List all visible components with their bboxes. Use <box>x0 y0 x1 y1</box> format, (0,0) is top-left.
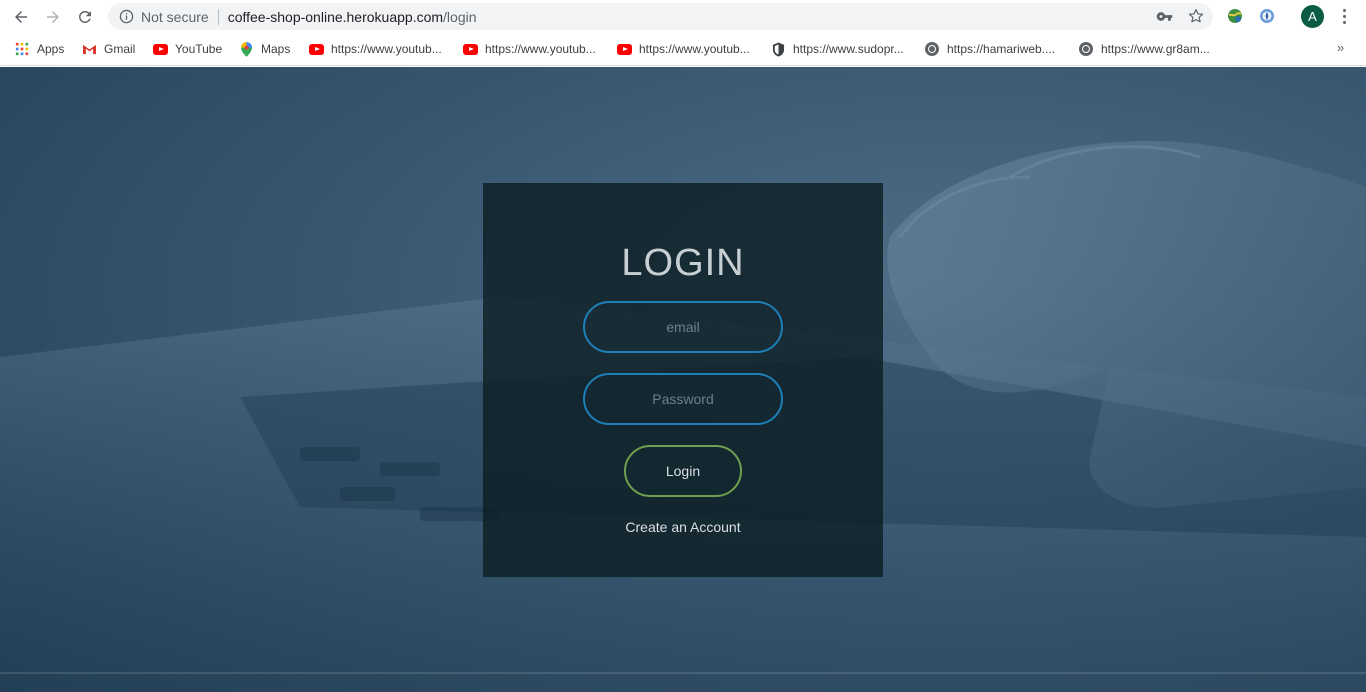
arrow-left-icon <box>15 10 27 23</box>
browser-toolbar: Not secure coffee-shop-online.herokuapp.… <box>0 0 1366 33</box>
bookmark-youtube-link-3[interactable]: https://www.youtub... <box>616 40 750 58</box>
omnibox-divider <box>217 8 219 25</box>
bookmark-youtube[interactable]: YouTube <box>152 40 222 58</box>
extension-compass-icon[interactable] <box>1258 7 1276 25</box>
reload-icon <box>78 10 91 23</box>
bookmark-gmail[interactable]: Gmail <box>81 40 135 58</box>
globe-icon <box>1078 41 1094 57</box>
star-icon[interactable] <box>1187 7 1205 25</box>
bookmark-gr8am[interactable]: https://www.gr8am... <box>1078 40 1210 58</box>
create-account-link[interactable]: Create an Account <box>483 519 883 535</box>
bookmark-label: https://www.youtub... <box>639 42 750 56</box>
bookmark-label: Apps <box>37 42 65 56</box>
bookmarks-bar: Apps Gmail YouTube Maps https://www.yout… <box>0 33 1366 66</box>
arrow-right-icon <box>47 10 59 23</box>
youtube-icon <box>152 41 168 57</box>
bookmark-label: https://hamariweb.... <box>947 42 1056 56</box>
bookmark-label: YouTube <box>175 42 223 56</box>
email-field[interactable] <box>583 301 783 353</box>
bookmark-label: Maps <box>261 42 291 56</box>
forward-button[interactable] <box>37 1 69 33</box>
extension-globe-icon[interactable] <box>1226 7 1244 25</box>
youtube-icon <box>462 41 478 57</box>
url-text[interactable]: coffee-shop-online.herokuapp.com/login <box>228 9 477 25</box>
footer-divider <box>0 672 1366 674</box>
login-button[interactable]: Login <box>624 445 742 497</box>
url-path: /login <box>443 8 477 25</box>
gmail-icon <box>81 41 97 57</box>
address-bar[interactable]: Not secure coffee-shop-online.herokuapp.… <box>108 3 1213 30</box>
bookmark-sudopr[interactable]: https://www.sudopr... <box>770 40 904 58</box>
reload-button[interactable] <box>69 1 101 33</box>
login-page: LOGIN Login Create an Account <box>0 67 1366 692</box>
bookmark-apps[interactable]: Apps <box>14 40 64 58</box>
bookmark-label: https://www.gr8am... <box>1101 42 1210 56</box>
info-icon[interactable] <box>118 9 134 25</box>
maps-pin-icon <box>238 41 254 57</box>
bookmark-label: Gmail <box>104 42 136 56</box>
bookmark-label: https://www.sudopr... <box>793 42 904 56</box>
apps-grid-icon <box>14 41 30 57</box>
bookmark-youtube-link-2[interactable]: https://www.youtub... <box>462 40 596 58</box>
security-status: Not secure <box>141 8 209 25</box>
bookmark-label: https://www.youtub... <box>485 42 596 56</box>
shield-icon <box>770 41 786 57</box>
bookmark-maps[interactable]: Maps <box>238 40 290 58</box>
youtube-icon <box>616 41 632 57</box>
browser-menu-icon[interactable] <box>1336 6 1352 26</box>
back-button[interactable] <box>5 1 37 33</box>
globe-icon <box>924 41 940 57</box>
login-title: LOGIN <box>621 242 745 284</box>
key-icon[interactable] <box>1155 7 1173 25</box>
bookmark-label: https://www.youtub... <box>331 42 442 56</box>
bookmark-hamariweb[interactable]: https://hamariweb.... <box>924 40 1055 58</box>
bookmark-youtube-link-1[interactable]: https://www.youtub... <box>308 40 442 58</box>
youtube-icon <box>308 41 324 57</box>
login-card: LOGIN Login Create an Account <box>483 183 883 577</box>
bookmarks-overflow-icon[interactable]: » <box>1337 40 1344 55</box>
password-field[interactable] <box>583 373 783 425</box>
url-host: coffee-shop-online.herokuapp.com <box>227 8 444 25</box>
profile-avatar[interactable]: A <box>1301 5 1324 28</box>
